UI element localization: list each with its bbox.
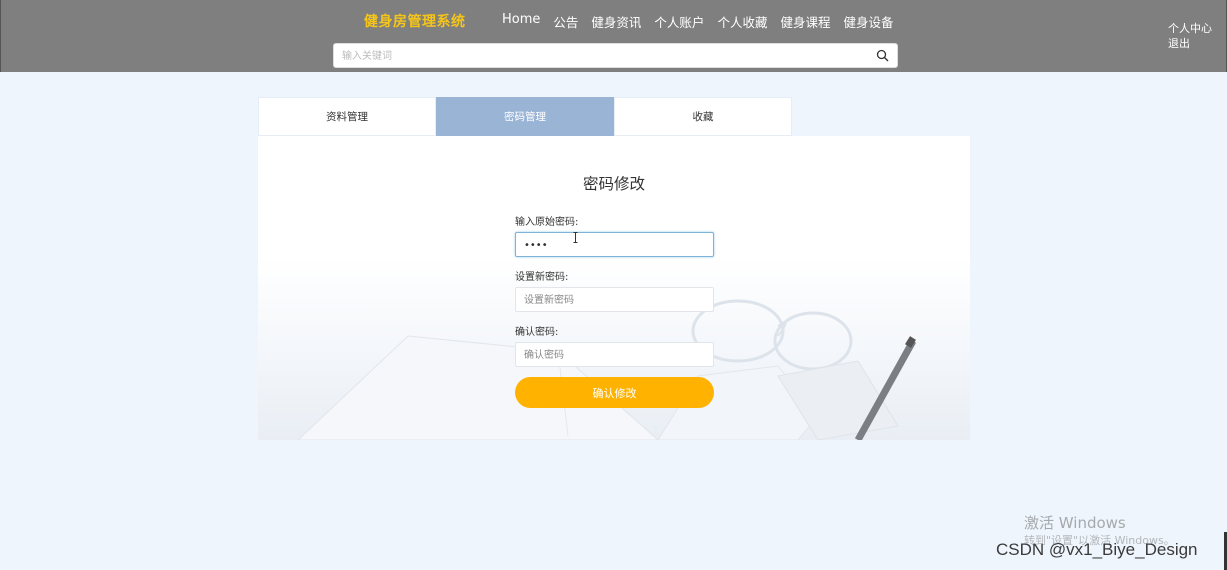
logout-link[interactable]: 退出	[1168, 36, 1212, 51]
nav-fitness-news[interactable]: 健身资讯	[591, 12, 641, 31]
page-title: 密码修改	[582, 175, 645, 193]
search-bar	[333, 43, 898, 68]
password-panel: 密码修改 输入原始密码: 设置新密码: 确认密码: 确认修改	[258, 136, 970, 440]
old-password-field	[515, 232, 714, 257]
nav-announcement[interactable]: 公告	[553, 12, 578, 31]
user-links: 个人中心 退出	[1168, 21, 1212, 51]
account-tabs: 资料管理 密码管理 收藏	[258, 97, 792, 136]
nav-favorites[interactable]: 个人收藏	[717, 12, 767, 31]
confirm-change-button[interactable]: 确认修改	[515, 377, 714, 408]
tab-password-management[interactable]: 密码管理	[436, 97, 614, 136]
site-brand[interactable]: 健身房管理系统	[364, 11, 466, 31]
new-password-label: 设置新密码:	[515, 272, 569, 283]
confirm-password-field	[515, 342, 714, 367]
confirm-password-input[interactable]	[516, 344, 713, 367]
nav-fitness-courses[interactable]: 健身课程	[780, 12, 830, 31]
activate-windows-text: 激活 Windows	[1024, 514, 1126, 532]
old-password-label: 输入原始密码:	[515, 217, 579, 228]
confirm-password-label: 确认密码:	[515, 327, 559, 338]
new-password-field	[515, 287, 714, 312]
search-icon[interactable]	[876, 49, 889, 62]
csdn-watermark: CSDN @vx1_Biye_Design	[996, 540, 1198, 559]
new-password-input[interactable]	[516, 289, 713, 312]
nav-fitness-equipment[interactable]: 健身设备	[843, 12, 893, 31]
search-input[interactable]	[334, 45, 854, 68]
nav-personal-account[interactable]: 个人账户	[654, 12, 704, 31]
old-password-input[interactable]	[516, 234, 713, 257]
tab-profile-management[interactable]: 资料管理	[258, 97, 436, 136]
user-center-link[interactable]: 个人中心	[1168, 21, 1212, 36]
text-cursor-icon	[573, 232, 578, 243]
main-nav: Home 公告 健身资讯 个人账户 个人收藏 健身课程 健身设备	[502, 12, 906, 31]
nav-home[interactable]: Home	[502, 12, 540, 31]
tab-favorites[interactable]: 收藏	[614, 97, 792, 136]
top-navbar: 健身房管理系统 Home 公告 健身资讯 个人账户 个人收藏 健身课程 健身设备…	[0, 0, 1227, 72]
